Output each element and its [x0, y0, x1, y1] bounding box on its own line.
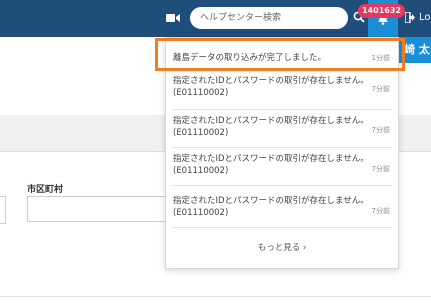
notifications-dropdown: 離島データの取り込みが完了しました。 1分前 指定されたIDとパスワードの取引が…	[165, 37, 399, 269]
notification-item[interactable]: 指定されたIDとパスワードの取引が存在しません。 (E01110002) 7分前	[173, 72, 392, 110]
logout-button[interactable]: Lo	[405, 10, 431, 26]
notification-time: 7分前	[371, 85, 390, 93]
notification-item[interactable]: 指定されたIDとパスワードの取引が存在しません。 (E01110002) 7分前	[173, 186, 392, 228]
notification-time: 7分前	[371, 126, 390, 134]
video-icon[interactable]	[166, 12, 180, 24]
prefecture-field[interactable]	[0, 196, 6, 224]
notification-text: 指定されたIDとパスワードの取引が存在しません。	[173, 116, 369, 126]
logout-label: Lo	[419, 12, 431, 23]
notification-code: (E01110002)	[173, 128, 229, 138]
notification-text: 指定されたIDとパスワードの取引が存在しません。	[173, 196, 369, 206]
divider	[0, 296, 431, 297]
notification-code: (E01110002)	[173, 88, 229, 98]
notification-code: (E01110002)	[173, 208, 229, 218]
notification-code: (E01110002)	[173, 166, 229, 176]
top-navbar: 1401632 Lo	[0, 0, 431, 37]
notification-time: 7分前	[371, 207, 390, 215]
logout-icon	[405, 12, 415, 23]
notification-item[interactable]: 指定されたIDとパスワードの取引が存在しません。 (E01110002) 7分前	[173, 110, 392, 148]
notification-text: 指定されたIDとパスワードの取引が存在しません。	[173, 154, 369, 164]
notification-text: 指定されたIDとパスワードの取引が存在しません。	[173, 76, 369, 86]
notification-item[interactable]: 指定されたIDとパスワードの取引が存在しません。 (E01110002) 7分前	[173, 148, 392, 186]
highlight-annotation	[155, 38, 405, 71]
see-more-link[interactable]: もっと見る ›	[166, 241, 398, 253]
notification-count-badge: 1401632	[358, 4, 405, 18]
notification-time: 7分前	[371, 165, 390, 173]
help-search-input[interactable]	[200, 9, 338, 27]
help-center-search[interactable]	[190, 7, 348, 29]
city-field[interactable]	[27, 196, 187, 222]
city-label: 市区町村	[27, 185, 64, 195]
